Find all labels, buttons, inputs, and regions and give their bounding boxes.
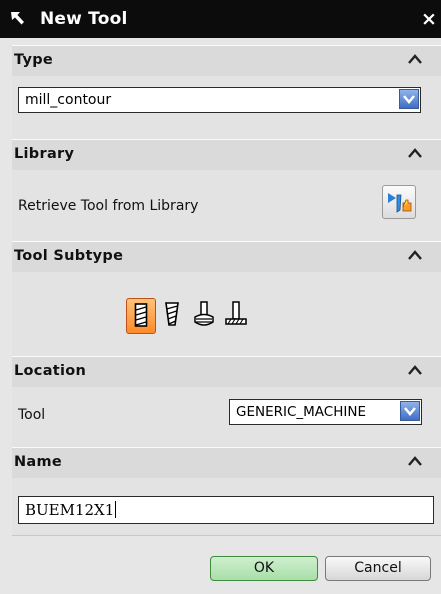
- name-input[interactable]: BUEM12X1: [18, 496, 434, 524]
- tapered-mill-icon: [165, 302, 179, 326]
- chevron-up-icon[interactable]: [408, 54, 422, 64]
- name-section-body: BUEM12X1: [12, 478, 441, 535]
- name-header-label: Name: [14, 454, 63, 470]
- chevron-down-icon: [404, 407, 416, 416]
- location-section-body: Tool GENERIC_MACHINE: [12, 387, 441, 447]
- tool-location-combobox[interactable]: GENERIC_MACHINE: [229, 399, 422, 425]
- type-header-label: Type: [14, 52, 54, 68]
- window-title: New Tool: [40, 9, 128, 29]
- button-separator: [12, 535, 441, 536]
- type-combobox[interactable]: mill_contour: [18, 87, 421, 113]
- tool-subtype-header-label: Tool Subtype: [14, 248, 124, 264]
- subtype-end-mill-button[interactable]: [126, 298, 156, 334]
- subtype-ball-mill-button[interactable]: [190, 298, 220, 334]
- end-mill-icon: [134, 303, 148, 327]
- tool-subtype-section-body: [12, 272, 441, 356]
- subtype-tapered-mill-button[interactable]: [158, 298, 188, 334]
- ok-button[interactable]: OK: [210, 556, 318, 581]
- library-header-label: Library: [14, 146, 75, 162]
- dropdown-button[interactable]: [400, 401, 420, 421]
- chevron-up-icon[interactable]: [408, 250, 422, 260]
- library-section-body: Retrieve Tool from Library: [12, 170, 441, 241]
- chevron-down-icon: [403, 95, 415, 104]
- chevron-up-icon[interactable]: [408, 148, 422, 158]
- library-section-header[interactable]: Library: [12, 139, 441, 170]
- dropdown-button[interactable]: [399, 89, 419, 109]
- retrieve-tool-button[interactable]: [382, 185, 416, 219]
- t-cutter-icon: [225, 301, 247, 325]
- cancel-button[interactable]: Cancel: [325, 556, 431, 581]
- title-bar[interactable]: New Tool ×: [0, 0, 441, 38]
- cursor-arrow-icon: [11, 12, 24, 25]
- new-tool-dialog: New Tool × Type mill_contour Library Ret…: [0, 0, 441, 594]
- ball-mill-icon: [194, 301, 214, 326]
- type-combobox-value: mill_contour: [25, 92, 112, 108]
- tool-location-value: GENERIC_MACHINE: [236, 404, 366, 420]
- text-caret: [115, 501, 117, 518]
- tool-location-label: Tool: [18, 407, 46, 423]
- type-section-header[interactable]: Type: [12, 45, 441, 76]
- retrieve-library-icon: [388, 193, 412, 213]
- location-header-label: Location: [14, 363, 87, 379]
- retrieve-tool-label: Retrieve Tool from Library: [18, 198, 199, 214]
- tool-subtype-section-header[interactable]: Tool Subtype: [12, 241, 441, 272]
- close-icon[interactable]: ×: [421, 8, 441, 30]
- type-section-body: mill_contour: [12, 76, 441, 139]
- chevron-up-icon[interactable]: [408, 365, 422, 375]
- name-section-header[interactable]: Name: [12, 447, 441, 478]
- location-section-header[interactable]: Location: [12, 356, 441, 387]
- subtype-t-cutter-button[interactable]: [222, 298, 252, 334]
- name-input-value: BUEM12X1: [25, 501, 115, 519]
- chevron-up-icon[interactable]: [408, 456, 422, 466]
